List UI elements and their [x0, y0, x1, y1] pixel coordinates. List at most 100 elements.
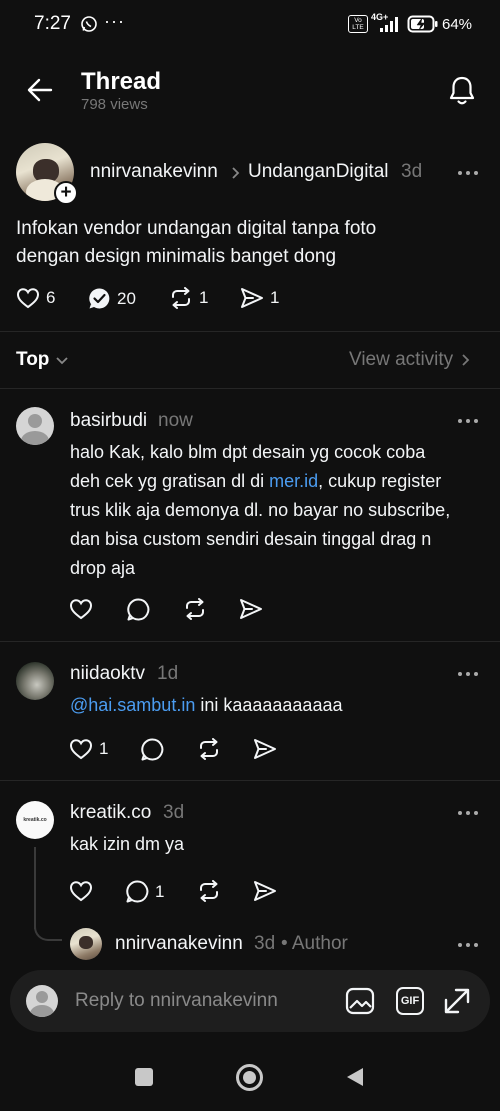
heart-icon: [69, 739, 93, 760]
send-icon: [240, 599, 262, 619]
like-count: 1: [99, 739, 109, 758]
post-text: Infokan vendor undangan digital tanpa fo…: [16, 215, 376, 271]
thread-curve: [34, 913, 62, 941]
status-time: 7:27: [34, 13, 71, 34]
author-badge: • Author: [281, 933, 348, 954]
comment-item: kreatik.co kreatik.co 3d kak izin dm ya …: [0, 781, 500, 971]
gif-button[interactable]: GIF: [396, 987, 424, 1015]
nav-home-button[interactable]: [236, 1064, 263, 1091]
post-time: 3d: [401, 161, 423, 182]
send-icon: [254, 739, 276, 759]
chevron-down-icon: [56, 356, 69, 364]
whatsapp-icon: [81, 16, 97, 32]
reply-input[interactable]: Reply to nnirvanakevinn: [75, 990, 278, 1012]
reply-button[interactable]: [127, 598, 150, 621]
repost-button[interactable]: [197, 738, 221, 760]
home-dot-icon: [243, 1071, 256, 1084]
avatar: [26, 985, 58, 1017]
repost-button[interactable]: [197, 880, 221, 902]
comment-text-span: , cukup register: [318, 471, 442, 491]
repost-icon: [200, 738, 218, 760]
share-count: 1: [270, 288, 280, 307]
nav-back-button[interactable]: [345, 1066, 365, 1088]
more-dots-icon[interactable]: [456, 168, 480, 178]
arrow-left-icon[interactable]: [27, 78, 53, 102]
sort-dropdown[interactable]: Top: [16, 349, 69, 371]
like-button[interactable]: [69, 880, 93, 902]
comment-text-span: ini kaaaaaaaaaaa: [195, 695, 343, 715]
view-count: 798 views: [81, 96, 148, 113]
gif-label: GIF: [400, 995, 420, 1007]
comment-text-span: deh cek yg gratisan dl di: [70, 471, 270, 491]
comment-time: 3d: [163, 802, 185, 823]
more-dots-icon[interactable]: [456, 416, 480, 426]
heart-icon: [69, 599, 93, 620]
view-activity-link[interactable]: View activity: [349, 349, 470, 371]
comment-text: kak izin dm ya: [70, 834, 185, 854]
comment-text-line: trus klik aja demonya dl. no bayar no su…: [70, 500, 451, 520]
repost-button[interactable]: 1: [169, 287, 208, 309]
expand-icon[interactable]: [443, 987, 471, 1015]
avatar[interactable]: [16, 407, 54, 445]
link-mer-id[interactable]: mer.id: [269, 471, 318, 491]
comment-username[interactable]: niidaoktv: [70, 663, 145, 685]
comment-item: basirbudi now halo Kak, kalo blm dpt des…: [0, 389, 500, 639]
reply-input-container[interactable]: Reply to nnirvanakevinn GIF: [10, 970, 490, 1032]
avatar[interactable]: kreatik.co: [16, 801, 54, 839]
reply-bubble-icon: [126, 880, 149, 903]
send-icon: [254, 881, 276, 901]
repost-icon: [200, 880, 218, 902]
bell-icon[interactable]: [448, 75, 476, 107]
page-title: Thread: [81, 68, 162, 95]
repost-button[interactable]: [183, 598, 207, 620]
reply-count: 20: [117, 288, 136, 308]
comment-time: now: [158, 410, 193, 431]
more-dots-icon[interactable]: [456, 808, 480, 818]
share-button[interactable]: [253, 880, 277, 902]
reply-button[interactable]: 1: [126, 880, 164, 903]
volte-badge: Vo LTE: [348, 15, 368, 33]
main-post: + nnirvanakevinn UndanganDigital 3d Info…: [0, 140, 500, 330]
avatar-head: [36, 991, 48, 1003]
share-button[interactable]: 1: [240, 287, 279, 309]
comment-username[interactable]: nnirvanakevinn: [115, 933, 243, 955]
comment-text: halo Kak, kalo blm dpt desain yg cocok c…: [70, 438, 495, 583]
share-button[interactable]: [253, 738, 277, 760]
like-button[interactable]: 6: [16, 287, 55, 309]
comment-time: 3d: [254, 933, 276, 954]
divider: [0, 331, 500, 332]
reply-button[interactable]: 20: [88, 287, 136, 310]
repost-icon: [186, 598, 204, 620]
post-username[interactable]: nnirvanakevinn: [90, 161, 218, 183]
avatar[interactable]: [16, 662, 54, 700]
reply-button[interactable]: [141, 738, 164, 761]
like-button[interactable]: [69, 598, 93, 620]
avatar-head: [28, 414, 42, 428]
post-community[interactable]: UndanganDigital: [248, 161, 389, 183]
comment-username[interactable]: basirbudi: [70, 410, 147, 432]
mention-link[interactable]: @hai.sambut.in: [70, 695, 195, 715]
avatar[interactable]: [70, 928, 102, 960]
comment-text: @hai.sambut.in ini kaaaaaaaaaaa: [70, 691, 342, 720]
comment-text-line: deh cek yg gratisan dl di mer.id, cukup …: [70, 467, 495, 496]
image-icon[interactable]: [345, 987, 375, 1015]
more-dots-icon[interactable]: [456, 940, 480, 950]
send-icon: [241, 288, 263, 308]
heart-icon: [69, 881, 93, 902]
comment-username[interactable]: kreatik.co: [70, 802, 151, 824]
follow-plus-icon[interactable]: +: [54, 181, 78, 205]
sort-label: Top: [16, 349, 50, 370]
chevron-right-icon: [232, 167, 240, 179]
status-bar: 7:27 ··· Vo LTE 4G+ 64%: [0, 0, 500, 48]
battery-percent: 64%: [442, 16, 473, 33]
avatar-shoulders: [30, 1005, 54, 1017]
avatar-cat-face: [79, 936, 93, 949]
like-button[interactable]: 1: [69, 738, 108, 760]
signal-icon: [380, 17, 398, 32]
reply-bar: Reply to nnirvanakevinn GIF: [0, 962, 500, 1111]
comment-text-line: halo Kak, kalo blm dpt desain yg cocok c…: [70, 442, 426, 462]
nav-recents-button[interactable]: [135, 1068, 153, 1086]
avatar-shoulders: [21, 431, 49, 445]
share-button[interactable]: [239, 598, 263, 620]
more-dots-icon[interactable]: [456, 669, 480, 679]
